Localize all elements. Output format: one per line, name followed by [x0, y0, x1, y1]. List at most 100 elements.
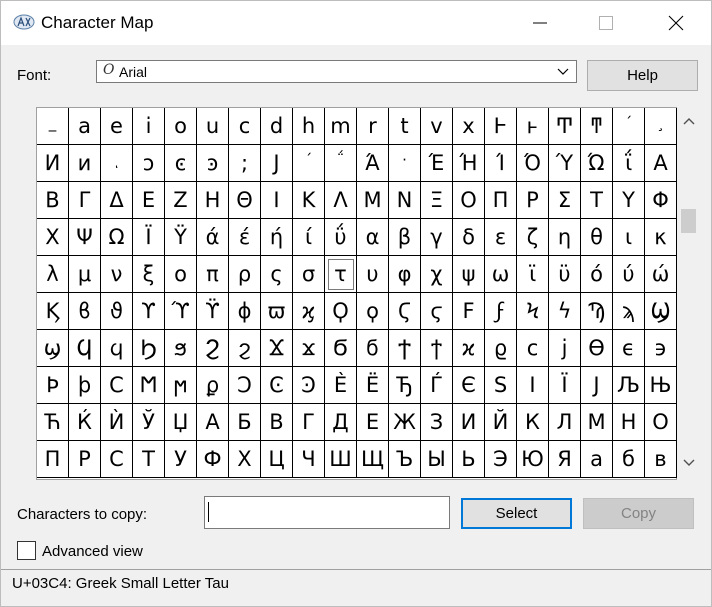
character-cell[interactable]: Μ: [357, 182, 389, 219]
character-cell[interactable]: ΰ: [325, 219, 357, 256]
character-cell[interactable]: Й: [485, 404, 517, 441]
character-cell[interactable]: Ѓ: [421, 367, 453, 404]
character-cell[interactable]: ϫ: [293, 330, 325, 367]
character-cell[interactable]: Ѝ: [101, 404, 133, 441]
character-cell[interactable]: c: [229, 108, 261, 145]
character-cell[interactable]: ϶: [645, 330, 677, 367]
character-cell[interactable]: Ά: [357, 145, 389, 182]
character-cell[interactable]: a: [69, 108, 101, 145]
character-cell[interactable]: κ: [645, 219, 677, 256]
character-cell[interactable]: ψ: [453, 256, 485, 293]
character-cell[interactable]: ϱ: [485, 330, 517, 367]
character-cell[interactable]: ϯ: [421, 330, 453, 367]
character-cell[interactable]: Ό: [517, 145, 549, 182]
scrollbar-thumb[interactable]: [681, 209, 696, 233]
character-cell[interactable]: Ђ: [389, 367, 421, 404]
character-cell[interactable]: Ͱ: [485, 108, 517, 145]
character-cell[interactable]: Ѕ: [485, 367, 517, 404]
character-cell[interactable]: t: [389, 108, 421, 145]
character-cell[interactable]: Ћ: [37, 404, 69, 441]
character-cell[interactable]: Э: [485, 441, 517, 478]
character-cell[interactable]: Ϥ: [69, 330, 101, 367]
character-cell[interactable]: ͺ: [101, 145, 133, 182]
character-cell[interactable]: Ь: [453, 441, 485, 478]
character-cell[interactable]: ε: [485, 219, 517, 256]
character-cell[interactable]: υ: [357, 256, 389, 293]
character-cell[interactable]: Α: [645, 145, 677, 182]
character-cell[interactable]: Τ: [581, 182, 613, 219]
character-cell[interactable]: ϼ: [197, 367, 229, 404]
character-cell[interactable]: Ͻ: [229, 367, 261, 404]
character-cell[interactable]: ϕ: [229, 293, 261, 330]
character-cell[interactable]: ά: [197, 219, 229, 256]
character-cell[interactable]: ͽ: [197, 145, 229, 182]
character-cell[interactable]: Ϸ: [37, 367, 69, 404]
character-cell[interactable]: А: [197, 404, 229, 441]
character-cell[interactable]: έ: [229, 219, 261, 256]
character-cell[interactable]: О: [645, 404, 677, 441]
character-cell[interactable]: h: [293, 108, 325, 145]
character-cell[interactable]: ͷ: [69, 145, 101, 182]
character-cell[interactable]: ί: [293, 219, 325, 256]
character-cell[interactable]: ϩ: [229, 330, 261, 367]
character-cell[interactable]: σ: [293, 256, 325, 293]
character-cell[interactable]: Ε: [133, 182, 165, 219]
character-cell[interactable]: Λ: [325, 182, 357, 219]
character-cell[interactable]: ΐ: [613, 145, 645, 182]
maximize-button[interactable]: [583, 1, 629, 45]
character-cell[interactable]: Г: [293, 404, 325, 441]
character-cell[interactable]: γ: [421, 219, 453, 256]
character-cell[interactable]: Ѐ: [325, 367, 357, 404]
character-cell[interactable]: ϣ: [37, 330, 69, 367]
character-cell[interactable]: ͻ: [133, 145, 165, 182]
character-cell[interactable]: i: [133, 108, 165, 145]
title-bar[interactable]: Character Map: [1, 1, 711, 45]
character-cell[interactable]: В: [261, 404, 293, 441]
character-cell[interactable]: Щ: [357, 441, 389, 478]
character-cell[interactable]: Ё: [357, 367, 389, 404]
character-cell[interactable]: Ф: [197, 441, 229, 478]
character-cell[interactable]: Ќ: [69, 404, 101, 441]
character-cell[interactable]: Π: [485, 182, 517, 219]
character-cell[interactable]: в: [645, 441, 677, 478]
character-cell[interactable]: С: [101, 441, 133, 478]
character-cell[interactable]: ϋ: [549, 256, 581, 293]
character-cell[interactable]: τ: [325, 256, 357, 293]
chevron-down-icon[interactable]: [683, 459, 695, 467]
character-cell[interactable]: ͳ: [581, 108, 613, 145]
character-cell[interactable]: ·: [389, 145, 421, 182]
character-cell[interactable]: Ϣ: [645, 293, 677, 330]
advanced-view-checkbox[interactable]: [17, 541, 36, 560]
character-cell[interactable]: ώ: [645, 256, 677, 293]
character-cell[interactable]: М: [581, 404, 613, 441]
character-cell[interactable]: Ч: [293, 441, 325, 478]
character-cell[interactable]: Σ: [549, 182, 581, 219]
character-cell[interactable]: Ж: [389, 404, 421, 441]
character-cell[interactable]: Ш: [325, 441, 357, 478]
character-cell[interactable]: ͱ: [517, 108, 549, 145]
character-cell[interactable]: І: [517, 367, 549, 404]
character-cell[interactable]: ϛ: [421, 293, 453, 330]
character-cell[interactable]: Έ: [421, 145, 453, 182]
character-cell[interactable]: Ζ: [165, 182, 197, 219]
character-cell[interactable]: Β: [37, 182, 69, 219]
character-cell[interactable]: ϝ: [485, 293, 517, 330]
character-cell[interactable]: ϥ: [101, 330, 133, 367]
character-cell[interactable]: Ϗ: [37, 293, 69, 330]
character-cell[interactable]: ν: [101, 256, 133, 293]
character-cell[interactable]: ρ: [229, 256, 261, 293]
character-cell[interactable]: _: [37, 108, 69, 145]
character-cell[interactable]: ϭ: [357, 330, 389, 367]
character-cell[interactable]: ϰ: [453, 330, 485, 367]
character-cell[interactable]: Ω: [101, 219, 133, 256]
character-cell[interactable]: Ͽ: [293, 367, 325, 404]
character-cell[interactable]: ό: [581, 256, 613, 293]
character-cell[interactable]: З: [421, 404, 453, 441]
character-cell[interactable]: ο: [165, 256, 197, 293]
character-cell[interactable]: Ϻ: [133, 367, 165, 404]
font-dropdown[interactable]: O Arial: [96, 60, 577, 83]
character-cell[interactable]: б: [613, 441, 645, 478]
character-cell[interactable]: Ϋ: [165, 219, 197, 256]
character-cell[interactable]: θ: [581, 219, 613, 256]
character-cell[interactable]: Є: [453, 367, 485, 404]
